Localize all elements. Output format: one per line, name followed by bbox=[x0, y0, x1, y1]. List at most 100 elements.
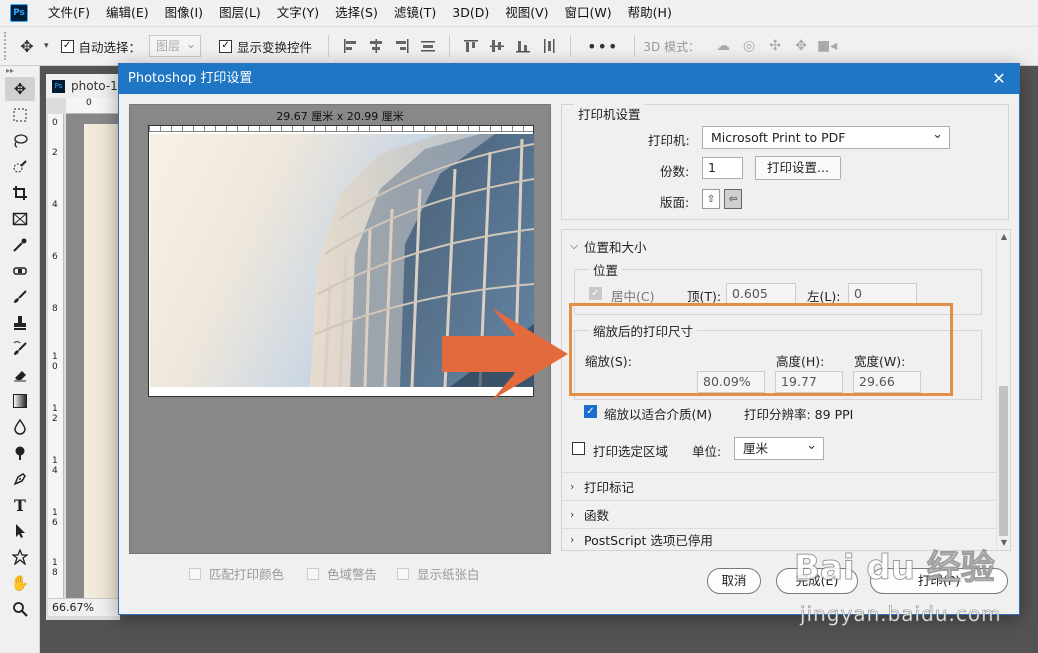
scroll-up-icon[interactable]: ▲ bbox=[997, 230, 1011, 244]
align-hcenter-icon[interactable] bbox=[363, 33, 389, 59]
menu-file[interactable]: 文件(F) bbox=[40, 0, 98, 26]
quick-select-icon bbox=[5, 155, 35, 179]
units-select[interactable]: 厘米 bbox=[734, 435, 824, 460]
match-print-colors-checkbox[interactable] bbox=[189, 567, 201, 580]
close-icon[interactable]: ✕ bbox=[987, 64, 1011, 94]
pen-tool[interactable] bbox=[0, 466, 40, 492]
type-tool[interactable]: T bbox=[0, 492, 40, 518]
3d-pan-icon[interactable]: ✣ bbox=[762, 38, 788, 54]
landscape-orientation-icon[interactable]: ⇦ bbox=[724, 189, 742, 209]
menu-view[interactable]: 视图(V) bbox=[497, 0, 556, 26]
menu-type[interactable]: 文字(Y) bbox=[269, 0, 327, 26]
menu-image[interactable]: 图像(I) bbox=[157, 0, 211, 26]
top-input[interactable]: 0.605 bbox=[726, 283, 796, 305]
gamut-warning-checkbox[interactable] bbox=[307, 567, 319, 580]
paper-ruler-ticks bbox=[149, 126, 533, 132]
show-paper-white-row[interactable]: 显示纸张白 bbox=[397, 564, 480, 583]
scroll-thumb[interactable] bbox=[999, 386, 1008, 536]
healing-brush-tool[interactable] bbox=[0, 258, 40, 284]
printer-settings-title: 打印机设置 bbox=[574, 104, 645, 123]
print-selection-checkbox[interactable] bbox=[572, 442, 585, 455]
3d-camera-icon[interactable]: ■◂ bbox=[814, 38, 840, 54]
lasso-icon bbox=[5, 129, 35, 153]
menu-3d[interactable]: 3D(D) bbox=[444, 0, 497, 26]
scroll-down-icon[interactable]: ▼ bbox=[997, 536, 1011, 550]
menu-help[interactable]: 帮助(H) bbox=[620, 0, 680, 26]
show-transform-checkbox[interactable] bbox=[219, 39, 233, 53]
ruler-label: 1 bbox=[52, 456, 58, 466]
3d-roll-icon[interactable]: ◎ bbox=[736, 38, 762, 54]
3d-orbit-icon[interactable]: ☁ bbox=[710, 38, 736, 54]
zoom-level[interactable]: 66.67% bbox=[48, 598, 120, 616]
eyedropper-tool[interactable] bbox=[0, 232, 40, 258]
horizontal-ruler: 0 bbox=[66, 98, 120, 114]
align-bottom-icon[interactable] bbox=[510, 33, 536, 59]
position-size-header[interactable]: ⌵ 位置和大小 bbox=[562, 236, 997, 256]
chevron-down-icon: ⌵ bbox=[570, 239, 579, 252]
printer-select[interactable]: Microsoft Print to PDF bbox=[702, 124, 950, 149]
cancel-button[interactable]: 取消 bbox=[707, 568, 761, 594]
crop-icon bbox=[5, 181, 35, 205]
shape-tool[interactable] bbox=[0, 544, 40, 570]
marquee-tool[interactable] bbox=[0, 102, 40, 128]
done-button[interactable]: 完成(E) bbox=[776, 568, 858, 594]
menu-layer[interactable]: 图层(L) bbox=[211, 0, 269, 26]
document-tab[interactable]: Ps photo-1 bbox=[46, 74, 120, 98]
lasso-tool[interactable] bbox=[0, 128, 40, 154]
align-left-icon[interactable] bbox=[337, 33, 363, 59]
clone-stamp-tool[interactable] bbox=[0, 310, 40, 336]
chevron-down-icon[interactable]: ▾ bbox=[44, 41, 49, 51]
postscript-section[interactable]: › PostScript 选项已停用 bbox=[562, 528, 997, 550]
zoom-tool[interactable] bbox=[0, 596, 40, 622]
3d-slide-icon[interactable]: ✥ bbox=[788, 38, 814, 54]
ruler-label: 1 bbox=[52, 404, 58, 414]
show-paper-white-checkbox[interactable] bbox=[397, 567, 409, 580]
move-tool[interactable]: ✥ bbox=[0, 76, 40, 102]
document-image bbox=[84, 124, 120, 598]
align-right-icon[interactable] bbox=[389, 33, 415, 59]
crop-tool[interactable] bbox=[0, 180, 40, 206]
menu-edit[interactable]: 编辑(E) bbox=[98, 0, 157, 26]
dodge-tool[interactable] bbox=[0, 440, 40, 466]
tools-collapse-icon[interactable]: ▸▸ bbox=[0, 66, 39, 76]
move-tool-preset-icon[interactable]: ✥ bbox=[10, 37, 44, 56]
frame-tool[interactable] bbox=[0, 206, 40, 232]
history-brush-tool[interactable] bbox=[0, 336, 40, 362]
functions-section[interactable]: › 函数 bbox=[562, 500, 997, 528]
eraser-tool[interactable] bbox=[0, 362, 40, 388]
settings-scrollbar[interactable]: ▲ ▼ bbox=[996, 230, 1010, 550]
align-vcenter-icon[interactable] bbox=[484, 33, 510, 59]
align-top-icon[interactable] bbox=[458, 33, 484, 59]
center-checkbox[interactable]: ✓ bbox=[589, 287, 602, 300]
gradient-tool[interactable] bbox=[0, 388, 40, 414]
menu-filter[interactable]: 滤镜(T) bbox=[386, 0, 444, 26]
ruler-label: 4 bbox=[52, 466, 58, 476]
portrait-orientation-icon[interactable]: ⇧ bbox=[702, 189, 720, 209]
print-settings-button[interactable]: 打印设置... bbox=[755, 156, 841, 180]
auto-select-checkbox[interactable] bbox=[60, 39, 74, 53]
ruler-label: 6 bbox=[52, 252, 58, 262]
gamut-warning-label: 色域警告 bbox=[327, 567, 378, 582]
document-tab-title: photo-1 bbox=[71, 79, 118, 93]
postscript-title: PostScript 选项已停用 bbox=[584, 533, 713, 548]
gamut-warning-row[interactable]: 色域警告 bbox=[307, 564, 377, 583]
layer-select-dropdown[interactable]: 图层 bbox=[149, 34, 202, 57]
dialog-title: Photoshop 打印设置 bbox=[119, 64, 1019, 94]
print-button[interactable]: 打印(P) bbox=[870, 568, 1008, 594]
fit-media-checkbox[interactable]: ✓ bbox=[584, 405, 597, 418]
path-selection-tool[interactable] bbox=[0, 518, 40, 544]
brush-tool[interactable] bbox=[0, 284, 40, 310]
more-options-icon[interactable]: ••• bbox=[587, 37, 618, 56]
quick-select-tool[interactable] bbox=[0, 154, 40, 180]
menu-window[interactable]: 窗口(W) bbox=[557, 0, 620, 26]
copies-input[interactable]: 1 bbox=[702, 157, 743, 179]
hand-tool[interactable]: ✋ bbox=[0, 570, 40, 596]
distribute-horizontal-icon[interactable] bbox=[536, 33, 562, 59]
match-print-colors-row[interactable]: 匹配打印颜色 bbox=[189, 564, 284, 583]
distribute-vertical-icon[interactable] bbox=[415, 33, 441, 59]
menu-select[interactable]: 选择(S) bbox=[327, 0, 386, 26]
blur-tool[interactable] bbox=[0, 414, 40, 440]
print-marks-section[interactable]: › 打印标记 bbox=[562, 472, 997, 500]
photoshop-logo: Ps bbox=[10, 4, 28, 22]
left-input[interactable]: 0 bbox=[848, 283, 917, 305]
